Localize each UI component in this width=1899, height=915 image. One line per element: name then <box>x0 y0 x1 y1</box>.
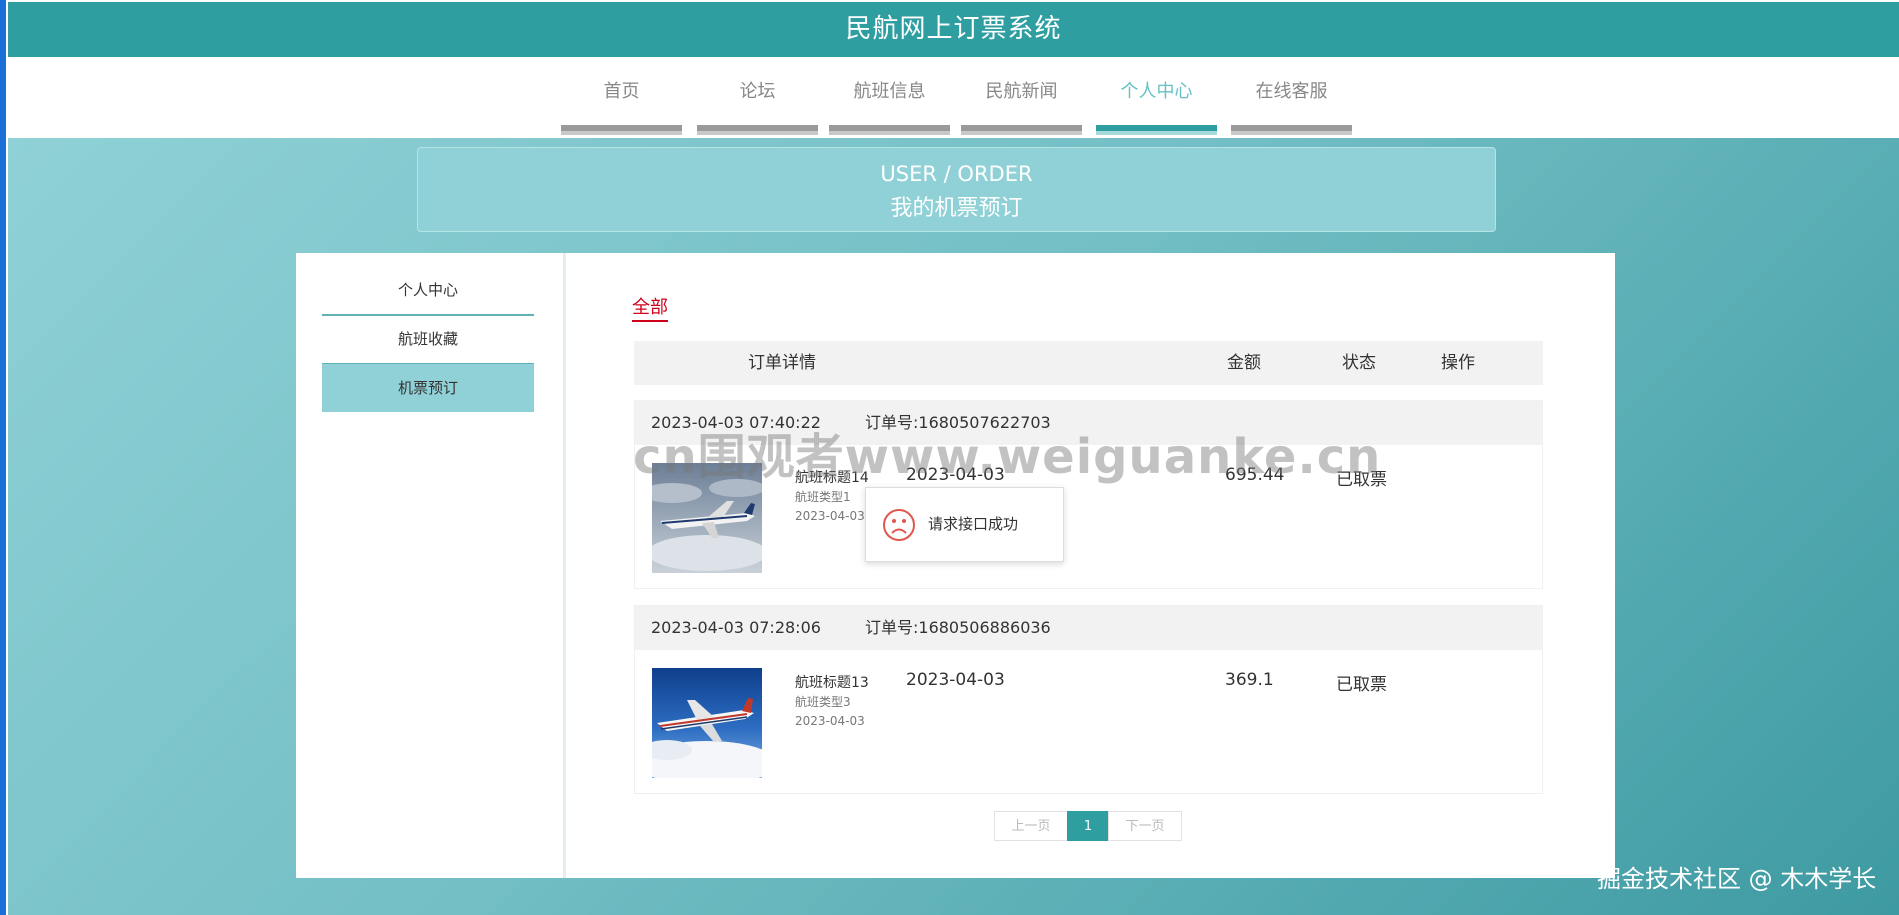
order-status: 已取票 <box>1336 675 1387 695</box>
col-amount: 金额 <box>1227 353 1261 373</box>
toast-text: 请求接口成功 <box>928 515 1019 533</box>
order-card: 2023-04-03 07:28:06 订单号:1680506886036 航班… <box>634 605 1543 794</box>
flight-date-small: 2023-04-03 <box>795 509 865 523</box>
site-title: 民航网上订票系统 <box>8 2 1899 57</box>
flight-image[interactable] <box>652 463 762 573</box>
page-title: 我的机票预订 <box>890 196 1023 221</box>
page-frame: 民航网上订票系统 首页 论坛 航班信息 民航新闻 个人中心 在线客服 USER … <box>8 0 1899 915</box>
tab-all[interactable]: 全部 <box>632 293 668 322</box>
prev-page-button[interactable]: 上一页 <box>994 811 1068 841</box>
page-1-button[interactable]: 1 <box>1067 811 1109 841</box>
user-sidebar: 个人中心 航班收藏 机票预订 <box>296 253 566 878</box>
col-detail: 订单详情 <box>748 353 816 373</box>
banner-subtitle: USER / ORDER <box>880 162 1033 186</box>
nav-item-user-center[interactable]: 个人中心 <box>1096 57 1217 135</box>
order-status: 已取票 <box>1336 470 1387 490</box>
col-action: 操作 <box>1441 353 1475 373</box>
nav-item-news[interactable]: 民航新闻 <box>961 57 1082 135</box>
order-amount: 695.44 <box>1225 465 1285 485</box>
flight-title[interactable]: 航班标题13 <box>795 672 869 692</box>
order-number: 订单号:1680507622703 <box>865 413 1051 432</box>
sad-face-icon <box>883 509 915 541</box>
order-table-header: 订单详情 金额 状态 操作 <box>634 341 1543 385</box>
main-nav: 首页 论坛 航班信息 民航新闻 个人中心 在线客服 <box>8 57 1899 138</box>
order-time: 2023-04-03 07:28:06 <box>651 618 821 637</box>
flight-type: 航班类型1 <box>795 490 851 504</box>
window-left-edge <box>0 0 6 915</box>
order-number: 订单号:1680506886036 <box>865 618 1051 637</box>
sidebar-item-favorites[interactable]: 航班收藏 <box>322 315 534 365</box>
flight-date-small: 2023-04-03 <box>795 714 865 728</box>
order-time: 2023-04-03 07:40:22 <box>651 413 821 432</box>
flight-date: 2023-04-03 <box>906 670 1005 690</box>
next-page-button[interactable]: 下一页 <box>1108 811 1182 841</box>
content-panel: 个人中心 航班收藏 机票预订 全部 订单详情 金额 状态 操作 2023-04-… <box>296 253 1615 878</box>
toast-message: 请求接口成功 <box>865 487 1064 562</box>
nav-item-home[interactable]: 首页 <box>561 57 682 135</box>
page-banner: USER / ORDER 我的机票预订 <box>417 147 1496 232</box>
sidebar-item-bookings[interactable]: 机票预订 <box>322 364 534 412</box>
order-card-header: 2023-04-03 07:28:06 订单号:1680506886036 <box>635 606 1542 650</box>
nav-item-forum[interactable]: 论坛 <box>697 57 818 135</box>
sidebar-item-user-center[interactable]: 个人中心 <box>322 266 534 316</box>
order-amount: 369.1 <box>1225 670 1274 690</box>
order-card: 2023-04-03 07:40:22 订单号:1680507622703 航班… <box>634 400 1543 589</box>
flight-type: 航班类型3 <box>795 695 851 709</box>
nav-item-flights[interactable]: 航班信息 <box>829 57 950 135</box>
flight-date: 2023-04-03 <box>906 465 1005 485</box>
order-card-header: 2023-04-03 07:40:22 订单号:1680507622703 <box>635 401 1542 445</box>
nav-item-support[interactable]: 在线客服 <box>1231 57 1352 135</box>
col-status: 状态 <box>1342 353 1376 373</box>
flight-title[interactable]: 航班标题14 <box>795 467 869 487</box>
flight-image[interactable] <box>652 668 762 778</box>
